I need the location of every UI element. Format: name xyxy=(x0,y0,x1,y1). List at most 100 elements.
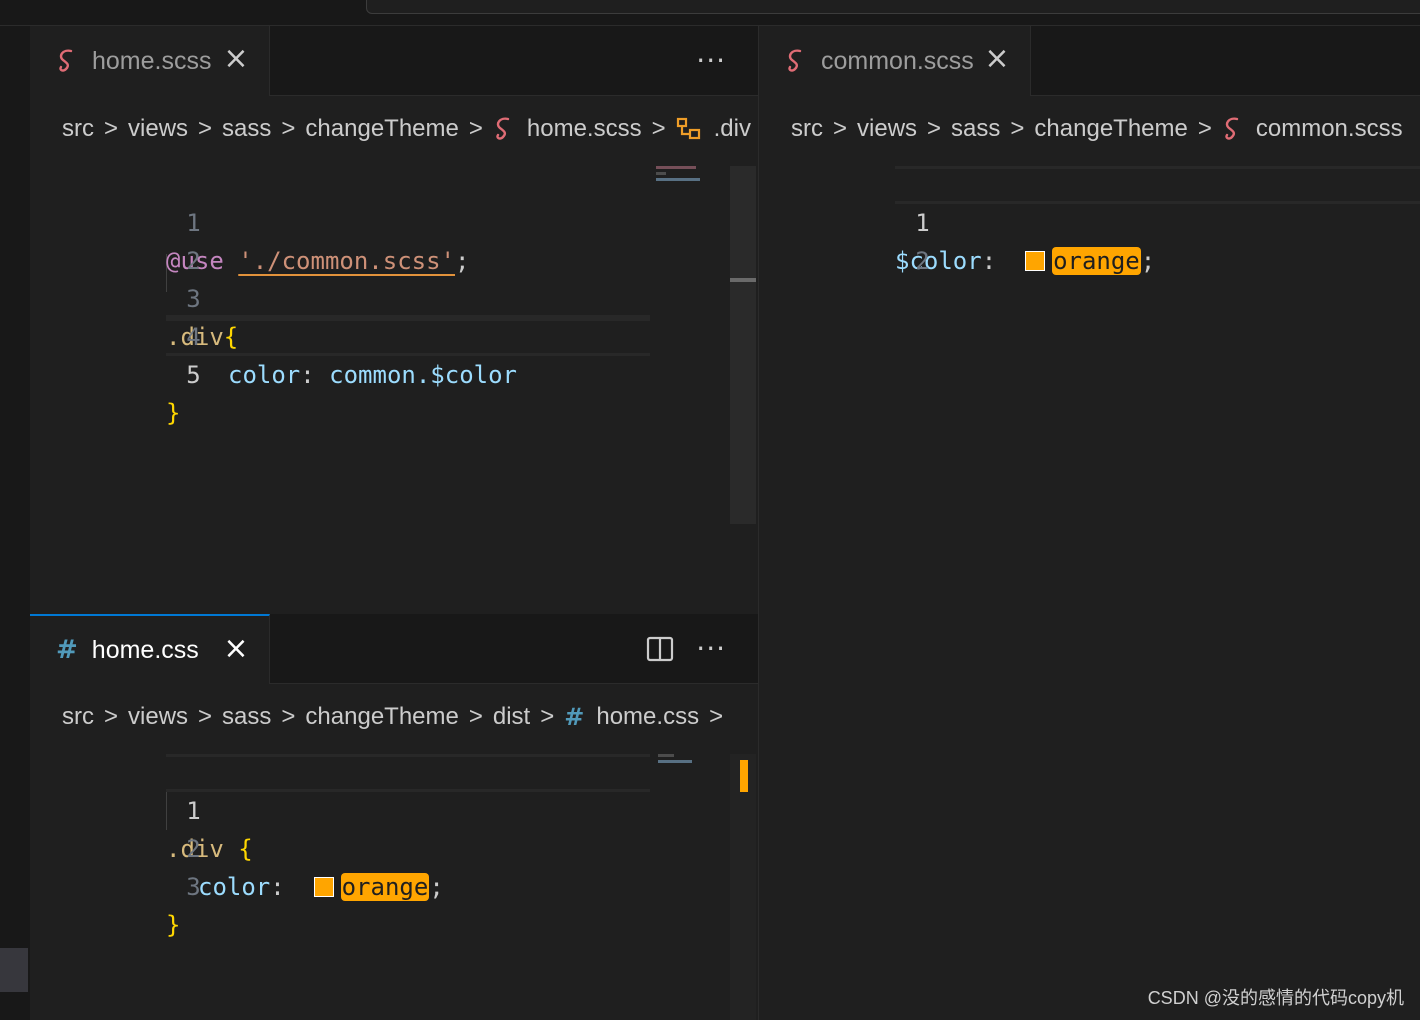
activity-active-item[interactable] xyxy=(0,948,28,992)
code-editor[interactable]: 1 $color: orange; 2 xyxy=(759,166,1420,1020)
color-decoration-marker xyxy=(740,760,748,792)
line-number: 2 xyxy=(915,247,930,275)
colon: : xyxy=(300,361,315,389)
minimap[interactable] xyxy=(658,754,718,794)
watermark: CSDN @没的感情的代码copy机 xyxy=(1147,988,1404,1008)
tab-bar: home.scss × ··· xyxy=(30,26,758,96)
code-editor[interactable]: 1 @use './common.scss'; 2 3 .div{ 4 colo… xyxy=(30,166,758,614)
chevron-right-icon: > xyxy=(281,115,296,142)
split-editor-icon[interactable] xyxy=(646,635,674,663)
chevron-right-icon: > xyxy=(927,115,942,142)
line-number: 5 xyxy=(186,361,201,389)
css-hash-icon: # xyxy=(564,703,585,731)
chevron-right-icon: > xyxy=(1197,115,1212,142)
tab-home-scss[interactable]: home.scss × xyxy=(30,26,270,96)
breadcrumb-sass[interactable]: sass xyxy=(222,115,271,143)
breadcrumb: src > views > sass > changeTheme > home.… xyxy=(30,96,758,162)
breadcrumb-changetheme[interactable]: changeTheme xyxy=(305,115,458,143)
vertical-scrollbar[interactable] xyxy=(730,754,756,1020)
tab-bar: # home.css × ··· xyxy=(30,614,758,684)
breadcrumb-file-label: home.css xyxy=(596,703,700,730)
sass-file-icon xyxy=(496,117,510,140)
breadcrumb-symbol[interactable]: .div xyxy=(676,115,751,143)
chevron-right-icon: > xyxy=(709,703,724,730)
chevron-right-icon: > xyxy=(104,115,119,142)
sass-file-icon xyxy=(1225,117,1239,140)
code-editor[interactable]: 1 .div { 2 color: orange; 3 } xyxy=(30,754,758,1020)
chevron-right-icon: > xyxy=(104,703,119,730)
breadcrumb: src > views > sass > changeTheme > commo… xyxy=(759,96,1420,162)
chevron-right-icon: > xyxy=(540,703,555,730)
sass-file-icon xyxy=(788,49,802,72)
editor-group-home-css: # home.css × ··· src > views > sass > ch… xyxy=(30,614,758,1020)
command-center[interactable] xyxy=(366,0,1420,14)
line-number: 3 xyxy=(186,873,201,901)
breadcrumb-sass[interactable]: sass xyxy=(222,703,271,731)
semicolon: ; xyxy=(429,873,444,901)
more-actions-icon[interactable]: ··· xyxy=(696,635,726,663)
activity-bar xyxy=(0,26,30,1020)
property: color xyxy=(228,361,301,389)
breadcrumb-src[interactable]: src xyxy=(791,115,823,143)
breadcrumb-src[interactable]: src xyxy=(62,115,94,143)
symbol-structure-icon xyxy=(676,117,700,140)
tab-label: home.scss xyxy=(92,46,212,75)
tab-label: home.css xyxy=(91,635,199,664)
breadcrumb-file[interactable]: # home.css xyxy=(564,703,699,731)
more-actions-icon[interactable]: ··· xyxy=(696,47,726,75)
code-line-2: 2 color: orange; xyxy=(30,792,758,901)
breadcrumb-src[interactable]: src xyxy=(62,703,94,731)
editor-group-home-scss: home.scss × ··· src > views > sass > cha… xyxy=(30,26,758,614)
brace: } xyxy=(166,911,181,939)
code-line-2: 2 xyxy=(30,204,758,275)
brace: } xyxy=(166,399,181,427)
scrollbar-marker xyxy=(730,278,756,282)
code-line-4: 4 color: common.$color xyxy=(30,280,758,389)
code-line-1: 1 $color: orange; xyxy=(759,166,1420,275)
breadcrumb-file[interactable]: home.scss xyxy=(493,115,642,143)
close-icon[interactable]: × xyxy=(221,44,251,74)
breadcrumb-file-label: common.scss xyxy=(1255,115,1403,142)
code-line-1: 1 @use './common.scss'; xyxy=(30,166,758,275)
breadcrumb-changetheme[interactable]: changeTheme xyxy=(305,703,458,731)
property: color xyxy=(198,873,271,901)
value: common.$color xyxy=(329,361,517,389)
chevron-right-icon: > xyxy=(198,703,213,730)
chevron-right-icon: > xyxy=(468,703,483,730)
color-swatch-icon[interactable] xyxy=(1025,251,1046,271)
minimap[interactable] xyxy=(656,166,716,206)
chevron-right-icon: > xyxy=(198,115,213,142)
breadcrumb-sass[interactable]: sass xyxy=(951,115,1000,143)
close-icon[interactable]: × xyxy=(221,634,251,664)
breadcrumb-file[interactable]: common.scss xyxy=(1222,115,1403,143)
vertical-scrollbar[interactable] xyxy=(730,166,756,524)
tab-label: common.scss xyxy=(821,46,974,75)
breadcrumb-symbol-label: .div xyxy=(713,115,751,142)
breadcrumb-views[interactable]: views xyxy=(857,115,917,143)
close-icon[interactable]: × xyxy=(982,44,1012,74)
chevron-right-icon: > xyxy=(468,115,483,142)
editor-group-common-scss: common.scss × src > views > sass > chang… xyxy=(758,26,1420,1020)
chevron-right-icon: > xyxy=(1010,115,1025,142)
colon: : xyxy=(981,247,997,275)
chevron-right-icon: > xyxy=(281,703,296,730)
colon: : xyxy=(270,873,285,901)
breadcrumb-changetheme[interactable]: changeTheme xyxy=(1034,115,1187,143)
color-value-highlight: orange xyxy=(1052,247,1141,275)
tab-home-css[interactable]: # home.css × xyxy=(30,614,270,684)
breadcrumb: src > views > sass > changeTheme > dist … xyxy=(30,684,758,750)
sass-file-icon xyxy=(59,49,73,72)
color-swatch-icon[interactable] xyxy=(313,877,334,897)
code-line-5: 5 } xyxy=(30,318,758,427)
breadcrumb-file-label: home.scss xyxy=(526,115,642,142)
tab-common-scss[interactable]: common.scss × xyxy=(759,26,1031,96)
tab-bar: common.scss × xyxy=(759,26,1420,96)
code-line-3: 3 .div{ xyxy=(30,242,758,351)
semicolon: ; xyxy=(1140,247,1156,275)
breadcrumb-views[interactable]: views xyxy=(128,115,188,143)
breadcrumb-views[interactable]: views xyxy=(128,703,188,731)
code-line-2: 2 xyxy=(759,204,1420,275)
code-line-3: 3 } xyxy=(30,830,758,939)
breadcrumb-dist[interactable]: dist xyxy=(493,703,530,731)
chevron-right-icon: > xyxy=(833,115,848,142)
